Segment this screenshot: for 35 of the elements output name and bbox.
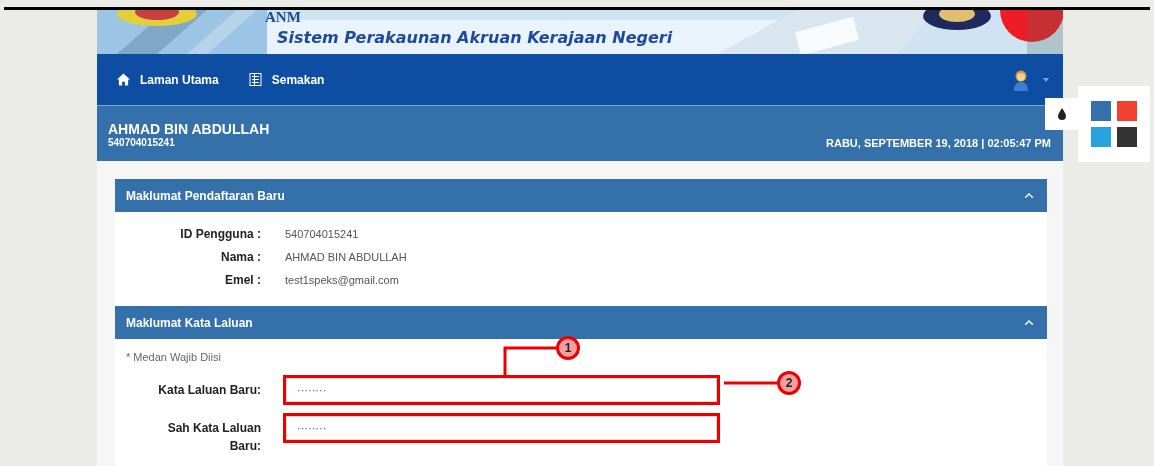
home-icon	[117, 73, 130, 86]
field-label: Emel :	[224, 272, 261, 287]
panel-header[interactable]: Maklumat Pendaftaran Baru	[115, 179, 1047, 212]
color-swatch[interactable]	[1117, 101, 1137, 121]
leader-line	[724, 381, 777, 385]
system-acronym: ANM	[265, 10, 302, 24]
color-swatch[interactable]	[1091, 101, 1111, 121]
droplet-icon	[1057, 108, 1066, 120]
field-value: AHMAD BIN ABDULLAH	[285, 250, 407, 263]
user-id: 540704015241	[108, 137, 176, 149]
user-name: AHMAD BIN ABDULLAH	[108, 121, 270, 137]
date-time: RABU, SEPTEMBER 19, 2018 | 02:05:47 PM	[826, 137, 1051, 149]
nav-link[interactable]: Laman Utama	[117, 72, 219, 87]
nav-link[interactable]: Semakan	[248, 72, 325, 87]
theme-toggle[interactable]	[1045, 98, 1078, 130]
color-swatch[interactable]	[1117, 127, 1137, 147]
field-label: Sah Kata Laluan Baru:	[166, 420, 261, 455]
password-field[interactable]: ········	[286, 416, 717, 440]
field-label: ID Pengguna :	[179, 226, 261, 241]
field-label: Nama :	[220, 249, 261, 264]
chevron-icon[interactable]	[1025, 193, 1033, 198]
chevron-icon[interactable]	[1025, 320, 1033, 325]
required-note: * Medan Wajib Diisi	[126, 350, 221, 365]
list-icon	[248, 73, 262, 86]
panel-title: Maklumat Pendaftaran Baru	[126, 188, 285, 203]
panel-header[interactable]: Maklumat Kata Laluan	[115, 306, 1047, 339]
panel-title: Maklumat Kata Laluan	[126, 315, 253, 330]
field-value: 540704015241	[285, 227, 359, 240]
password-field[interactable]: ········	[286, 378, 717, 402]
user-avatar-icon[interactable]	[1013, 68, 1029, 91]
field-label: Kata Laluan Baru:	[158, 382, 261, 399]
system-name: Sistem Perakaunan Akruan Kerajaan Negeri	[277, 27, 673, 49]
field-value: test1speks@gmail.com	[285, 273, 399, 286]
color-swatch[interactable]	[1091, 127, 1111, 147]
caret-icon[interactable]	[1043, 77, 1049, 82]
